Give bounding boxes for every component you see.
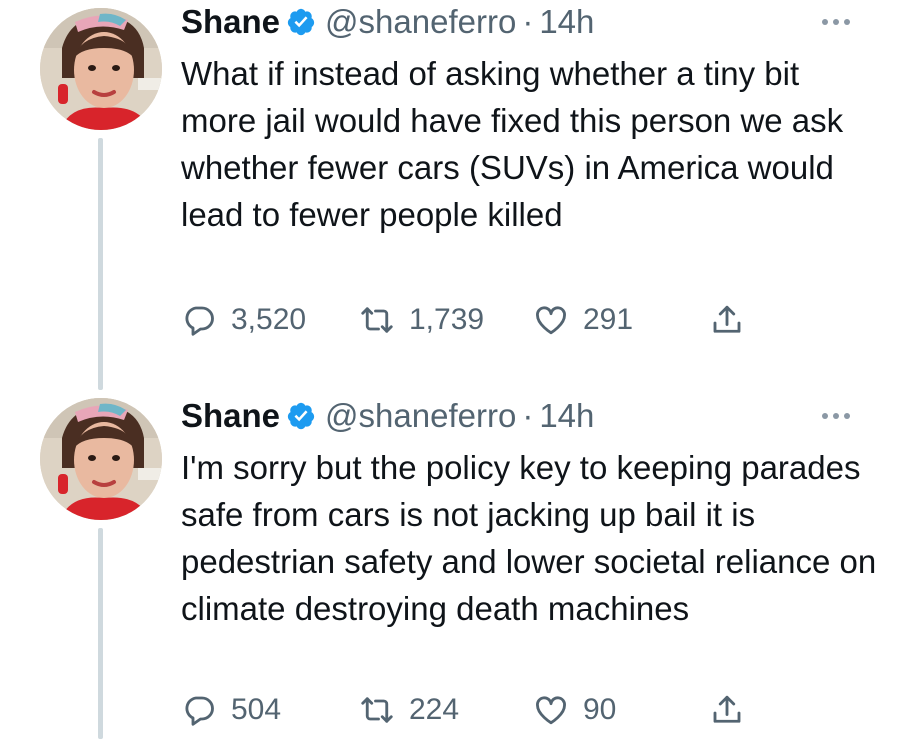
more-icon[interactable] [822,406,866,426]
share-icon [713,695,741,723]
reply-icon [185,306,214,336]
retweet-icon [361,697,393,723]
avatar-image [40,398,162,520]
avatar-image [40,8,162,130]
tweet-text: I'm sorry but the policy key to keeping … [181,449,877,627]
author-handle[interactable]: @shaneferro [325,397,516,435]
author-handle[interactable]: @shaneferro [325,3,516,41]
like-icon [536,306,566,335]
tweet-actions: 3,520 1,739 291 [181,300,745,340]
thread-line [98,528,103,739]
retweet-count: 1,739 [409,303,485,336]
timestamp[interactable]: 14h [539,397,594,435]
tweet-text: What if instead of asking whether a tiny… [181,55,844,233]
verified-badge-icon [287,8,315,36]
share-button[interactable] [709,302,745,338]
reply-icon [185,696,214,726]
like-icon [536,696,566,725]
reply-count: 504 [231,693,282,726]
tweet-2[interactable]: Shane @shaneferro · 14h I'm sorry but th… [0,390,900,739]
tweet-header: Shane @shaneferro · 14h [181,394,594,438]
more-icon[interactable] [822,12,866,32]
avatar[interactable] [40,398,162,520]
retweet-icon [361,307,393,333]
like-button[interactable]: 291 [533,302,709,338]
author-name[interactable]: Shane [181,3,280,41]
reply-button[interactable]: 3,520 [181,302,359,338]
retweet-button[interactable]: 1,739 [359,302,533,338]
timestamp[interactable]: 14h [539,3,594,41]
thread-line [98,138,103,390]
tweet-1[interactable]: Shane @shaneferro · 14h What if instead … [0,0,900,390]
avatar[interactable] [40,8,162,130]
retweet-count: 224 [409,693,460,726]
like-count: 90 [583,693,617,726]
author-name[interactable]: Shane [181,397,280,435]
like-button[interactable]: 90 [533,692,709,728]
like-count: 291 [583,303,634,336]
reply-count: 3,520 [231,303,307,336]
share-button[interactable] [709,692,745,728]
tweet-actions: 504 224 90 [181,690,745,730]
separator: · [522,3,534,40]
reply-button[interactable]: 504 [181,692,359,728]
tweet-header: Shane @shaneferro · 14h [181,0,594,44]
verified-badge-icon [287,402,315,430]
separator: · [522,397,534,434]
share-icon [713,305,741,333]
retweet-button[interactable]: 224 [359,692,533,728]
